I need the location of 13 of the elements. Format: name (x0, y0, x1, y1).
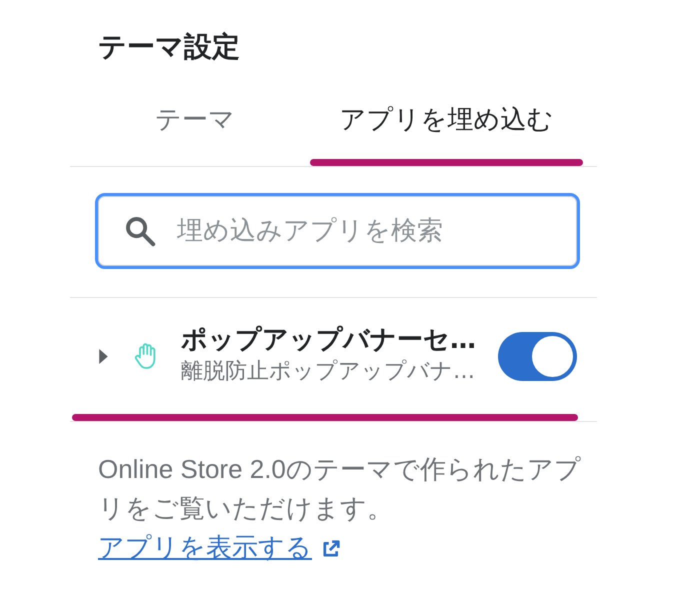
panel-title: テーマ設定 (97, 29, 241, 65)
external-link-icon[interactable] (322, 540, 340, 558)
footer-text: Online Store 2.0のテーマで作られたアプリをご覧いただけます。 アプリを表示する (97, 453, 582, 564)
caret-icon[interactable] (99, 348, 108, 364)
toggle-switch[interactable] (498, 332, 577, 380)
tab[interactable]: テーマ (120, 85, 270, 166)
search-field[interactable]: 埋め込みアプリを検索 (95, 193, 580, 269)
view-apps-link[interactable]: アプリを表示する (98, 532, 312, 562)
app-description: 離脱防止ポップアップバナ… (181, 358, 476, 386)
app-name: ポップアップバナーセ… (181, 324, 477, 356)
search-icon (124, 215, 156, 247)
tab[interactable]: アプリを埋め込む (310, 85, 583, 166)
hand-icon (134, 342, 158, 370)
